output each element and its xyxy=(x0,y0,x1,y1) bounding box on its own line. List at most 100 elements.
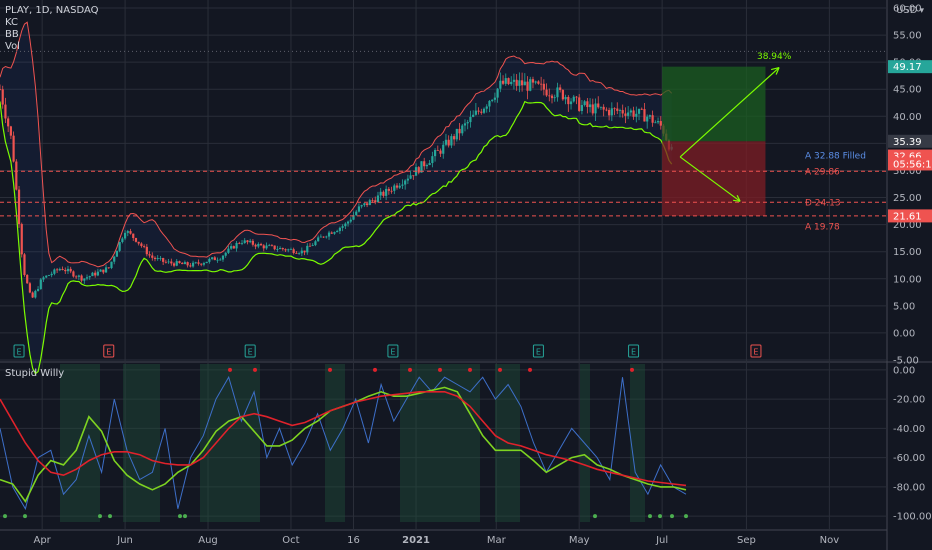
candle-body xyxy=(186,262,189,266)
sub-y-tick-label: -60.00 xyxy=(893,453,925,464)
candle-body xyxy=(556,87,559,98)
candle-body xyxy=(265,245,268,249)
order-annotation: D 24.13 xyxy=(805,199,841,209)
currency-selector[interactable]: USD ▾ xyxy=(896,5,924,16)
candle-body xyxy=(23,254,26,275)
price-label: 05:56:12 xyxy=(893,159,932,170)
candle-body xyxy=(308,245,312,247)
candle-body xyxy=(425,165,429,167)
candle-body xyxy=(529,79,532,91)
buy-signal-dot xyxy=(670,514,674,519)
candle-body xyxy=(238,242,241,244)
candle-body xyxy=(262,245,265,249)
order-annotation: A 32.88 Filled xyxy=(805,151,866,161)
candle-body xyxy=(327,232,331,237)
candle-body xyxy=(80,275,83,281)
candle-body xyxy=(303,250,306,253)
candle-body xyxy=(586,101,589,108)
sub-pane-title[interactable]: Stupid Willy xyxy=(5,368,64,379)
candle-body xyxy=(251,240,254,245)
candle-body xyxy=(472,114,475,117)
candle-body xyxy=(148,254,151,256)
candle-body xyxy=(211,257,214,259)
candle-body xyxy=(346,221,350,224)
candle-body xyxy=(137,241,140,244)
candle-body xyxy=(455,128,458,140)
candle-body xyxy=(412,175,415,177)
candle-body xyxy=(504,78,507,84)
currency-label: USD xyxy=(896,5,918,16)
candle-body xyxy=(385,188,388,196)
candle-body xyxy=(635,113,638,117)
y-tick-label: 15.00 xyxy=(893,247,922,258)
candle-body xyxy=(463,123,467,126)
candle-body xyxy=(66,268,70,272)
candle-body xyxy=(20,224,23,255)
candle-body xyxy=(317,237,320,242)
candle-body xyxy=(94,272,97,276)
price-label: 49.17 xyxy=(893,62,922,73)
candle-body xyxy=(240,242,244,244)
y-tick-label: 10.00 xyxy=(893,274,922,285)
candle-body xyxy=(287,249,290,251)
candle-body xyxy=(450,136,453,146)
indicator-kc[interactable]: KC xyxy=(5,17,99,29)
candle-body xyxy=(42,277,45,280)
candle-body xyxy=(365,203,369,206)
candle-body xyxy=(442,144,445,154)
x-tick-label: Nov xyxy=(820,535,840,546)
candle-body xyxy=(61,268,64,270)
candle-body xyxy=(58,268,61,271)
candle-body xyxy=(194,262,197,264)
candle-body xyxy=(208,258,211,262)
x-tick-label: Oct xyxy=(282,535,299,546)
candle-body xyxy=(474,110,477,115)
candle-body xyxy=(575,96,578,98)
candle-body xyxy=(156,258,159,260)
candle-body xyxy=(270,245,274,247)
symbol-legend[interactable]: PLAY, 1D, NASDAQ KC BB Vol xyxy=(5,5,99,53)
candle-body xyxy=(627,112,630,116)
x-tick-label: Aug xyxy=(198,535,218,546)
candle-body xyxy=(205,261,208,264)
candle-body xyxy=(235,242,238,249)
candle-body xyxy=(26,274,29,284)
candle-body xyxy=(132,233,135,239)
candle-body xyxy=(357,206,361,212)
candle-body xyxy=(564,96,567,100)
candle-body xyxy=(153,257,157,260)
buy-signal-dot xyxy=(98,514,102,519)
candle-body xyxy=(306,245,309,253)
x-tick-label: 16 xyxy=(347,535,360,546)
candle-body xyxy=(75,276,78,278)
candle-body xyxy=(447,139,450,146)
candle-body xyxy=(523,81,526,86)
candle-body xyxy=(578,97,581,111)
x-tick-label: 2021 xyxy=(402,535,430,546)
x-tick-label: Sep xyxy=(737,535,756,546)
candle-body xyxy=(300,250,303,254)
candle-body xyxy=(602,106,605,110)
candle-body xyxy=(36,289,40,291)
candle-body xyxy=(284,249,287,251)
earnings-markers[interactable]: EEEEEEE xyxy=(13,344,762,358)
candle-body xyxy=(393,185,396,191)
candle-body xyxy=(189,265,192,267)
candle-body xyxy=(259,243,263,246)
sub-y-tick-label: 0.00 xyxy=(893,365,915,376)
candle-body xyxy=(360,205,363,207)
candle-body xyxy=(542,83,545,90)
earnings-marker-label: E xyxy=(753,348,758,357)
candle-body xyxy=(268,245,271,247)
indicator-vol[interactable]: Vol xyxy=(5,41,99,53)
profit-zone xyxy=(662,66,766,142)
indicator-bb[interactable]: BB xyxy=(5,29,99,41)
price-chart[interactable]: 38.94% A 32.88 Filled A 29.86 D 24.13 A 19.… xyxy=(0,0,932,550)
candle-body xyxy=(501,80,505,84)
candle-body xyxy=(569,101,573,105)
candle-body xyxy=(292,249,295,254)
y-tick-label: 45.00 xyxy=(893,85,922,96)
position-tool[interactable]: 38.94% xyxy=(662,52,792,216)
candle-body xyxy=(648,115,651,117)
candle-body xyxy=(458,128,461,134)
